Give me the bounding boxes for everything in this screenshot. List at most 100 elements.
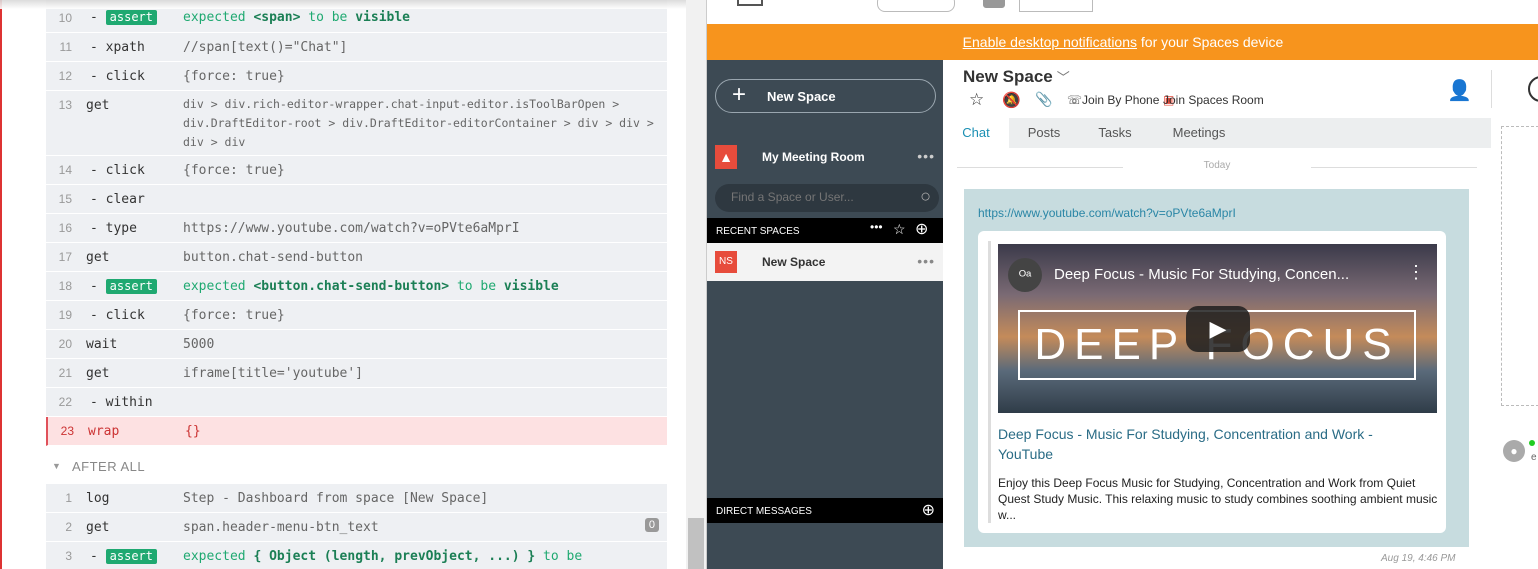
star-icon[interactable]: ☆ xyxy=(969,91,984,108)
assert-badge: assert xyxy=(105,549,158,564)
card-title[interactable]: Deep Focus - Music For Studying, Concent… xyxy=(998,424,1428,464)
join-by-phone-label: Join By Phone xyxy=(1082,93,1160,107)
space-tabs: Chat Posts Tasks Meetings xyxy=(943,118,1491,148)
command-message: expected <span> to be visible xyxy=(183,10,411,25)
mute-bell-icon[interactable]: 🔕 xyxy=(1002,91,1021,109)
card-accent-bar xyxy=(988,241,991,523)
add-circle-icon[interactable]: ⊕ xyxy=(915,219,928,239)
command-row[interactable]: 16 - type https://www.youtube.com/watch?v=… xyxy=(46,214,667,243)
banner-text: for your Spaces device xyxy=(1137,34,1284,50)
enable-notifications-link[interactable]: Enable desktop notifications xyxy=(963,34,1137,50)
after-all-label: AFTER ALL xyxy=(72,459,146,474)
command-row[interactable]: 23 wrap {} xyxy=(46,417,667,446)
command-row[interactable]: 1 log Step - Dashboard from space [New Spa… xyxy=(46,484,667,513)
command-name: - type xyxy=(90,221,137,236)
space-search[interactable]: ○ xyxy=(715,184,939,212)
command-row[interactable]: 21 get iframe[title='youtube'] xyxy=(46,359,667,388)
header-shadow xyxy=(0,0,686,9)
play-icon[interactable]: ▶ xyxy=(1186,306,1250,352)
command-row[interactable]: 19 - click {force: true} xyxy=(46,301,667,330)
add-user-icon[interactable]: 👤 xyxy=(1447,78,1472,103)
command-row[interactable]: 22 - within xyxy=(46,388,667,417)
direct-messages-header: DIRECT MESSAGES ⊕ xyxy=(707,498,943,523)
avatar[interactable]: ● xyxy=(1503,440,1525,462)
toolbar-button-group[interactable] xyxy=(1019,0,1093,12)
new-space-button[interactable]: + New Space xyxy=(715,79,936,113)
command-row[interactable]: 20 wait 5000 xyxy=(46,330,667,359)
command-row[interactable]: 13 get div > div.rich-editor-wrapper.chat-… xyxy=(46,91,667,156)
command-name: - click xyxy=(90,308,145,323)
assert-badge: assert xyxy=(105,279,158,294)
command-row[interactable]: 2 get span.header-menu-btn_text 0 xyxy=(46,513,667,542)
message-link[interactable]: https://www.youtube.com/watch?v=oPVte6aM… xyxy=(978,206,1236,220)
command-name: wrap xyxy=(88,424,120,439)
message-timestamp: Aug 19, 4:46 PM xyxy=(1381,553,1456,564)
search-input[interactable] xyxy=(731,190,901,204)
join-spaces-room-label: Join Spaces Room xyxy=(1163,93,1264,107)
toolbar-button[interactable] xyxy=(983,0,1005,8)
scrollbar-thumb[interactable] xyxy=(688,518,704,569)
meeting-room-label: My Meeting Room xyxy=(762,150,865,164)
command-number: 17 xyxy=(58,250,72,264)
window-icon[interactable] xyxy=(737,0,763,6)
add-circle-icon[interactable]: ⊕ xyxy=(922,500,935,520)
command-message: Step - Dashboard from space [New Space] xyxy=(183,491,489,506)
profile-circle-icon[interactable] xyxy=(1528,76,1538,102)
header-divider xyxy=(1491,70,1492,108)
star-icon[interactable]: ☆ xyxy=(893,221,906,238)
space-title[interactable]: New Space ﹀ xyxy=(963,67,1070,87)
drop-zone xyxy=(1501,126,1538,406)
command-number: 15 xyxy=(58,192,72,206)
chat-message: https://www.youtube.com/watch?v=oPVte6aM… xyxy=(964,189,1469,547)
after-all-hook[interactable]: ▼ AFTER ALL xyxy=(46,456,667,482)
command-row[interactable]: 11 - xpath //span[text()="Chat"] xyxy=(46,33,667,62)
command-log: 10 - assert expected <span> to be visible 1… xyxy=(46,0,667,446)
search-icon[interactable]: ○ xyxy=(920,186,931,207)
tab-meetings[interactable]: Meetings xyxy=(1151,118,1247,148)
command-name: - click xyxy=(90,163,145,178)
space-list-item-label: New Space xyxy=(762,255,826,269)
app-preview: Enable desktop notifications for your Sp… xyxy=(706,0,1538,569)
chevron-down-icon[interactable]: ﹀ xyxy=(1057,70,1070,85)
command-number: 12 xyxy=(58,69,72,83)
command-message: {force: true} xyxy=(183,163,285,178)
assert-badge: assert xyxy=(105,10,158,25)
command-row[interactable]: 3 - assert expected { Object (length, prev… xyxy=(46,542,667,569)
video-embed[interactable]: ᴼᵃ Deep Focus - Music For Studying, Conc… xyxy=(998,244,1437,413)
command-row[interactable]: 17 get button.chat-send-button xyxy=(46,243,667,272)
join-by-phone-button[interactable]: ☏ Join By Phone xyxy=(1067,93,1159,107)
command-number: 18 xyxy=(58,279,72,293)
more-icon[interactable]: ••• xyxy=(917,253,935,269)
command-number: 10 xyxy=(58,11,72,25)
more-icon[interactable]: ••• xyxy=(870,220,883,234)
toolbar-input[interactable] xyxy=(877,0,955,12)
command-number: 20 xyxy=(58,337,72,351)
space-list-item[interactable]: NS New Space ••• xyxy=(707,243,943,281)
tab-tasks[interactable]: Tasks xyxy=(1079,118,1151,148)
space-main: New Space ﹀ ☆ 🔕 📎 ☏ Join By Phone ▣ Join S… xyxy=(943,60,1538,569)
command-name: - within xyxy=(90,395,153,410)
more-icon[interactable]: ••• xyxy=(917,148,935,164)
command-name: - assert xyxy=(90,279,158,294)
tab-posts[interactable]: Posts xyxy=(1009,118,1079,148)
command-row[interactable]: 15 - clear xyxy=(46,185,667,214)
video-title[interactable]: Deep Focus - Music For Studying, Concen.… xyxy=(1054,266,1349,283)
notification-banner: Enable desktop notifications for your Sp… xyxy=(707,24,1538,60)
command-row[interactable]: 12 - click {force: true} xyxy=(46,62,667,91)
attachment-icon[interactable]: 📎 xyxy=(1035,91,1052,108)
people-panel: ● e xyxy=(1491,118,1538,569)
command-message: https://www.youtube.com/watch?v=oPVte6aM… xyxy=(183,221,520,236)
command-name: get xyxy=(86,98,110,113)
tab-chat[interactable]: Chat xyxy=(943,118,1009,148)
more-vertical-icon[interactable]: ⋮ xyxy=(1407,262,1425,283)
command-row[interactable]: 18 - assert expected <button.chat-send-but… xyxy=(46,272,667,301)
command-row[interactable]: 14 - click {force: true} xyxy=(46,156,667,185)
command-number: 3 xyxy=(65,549,72,563)
runner-scrollbar[interactable] xyxy=(686,0,706,569)
rocket-icon: ▲ xyxy=(715,145,737,169)
meeting-room-item[interactable]: ▲ My Meeting Room ••• xyxy=(707,140,943,178)
test-runner-panel: 10 - assert expected <span> to be visible 1… xyxy=(0,0,706,569)
channel-logo-icon[interactable]: ᴼᵃ xyxy=(1008,258,1042,292)
link-preview-card[interactable]: ᴼᵃ Deep Focus - Music For Studying, Conc… xyxy=(978,231,1446,533)
space-avatar: NS xyxy=(715,251,737,273)
